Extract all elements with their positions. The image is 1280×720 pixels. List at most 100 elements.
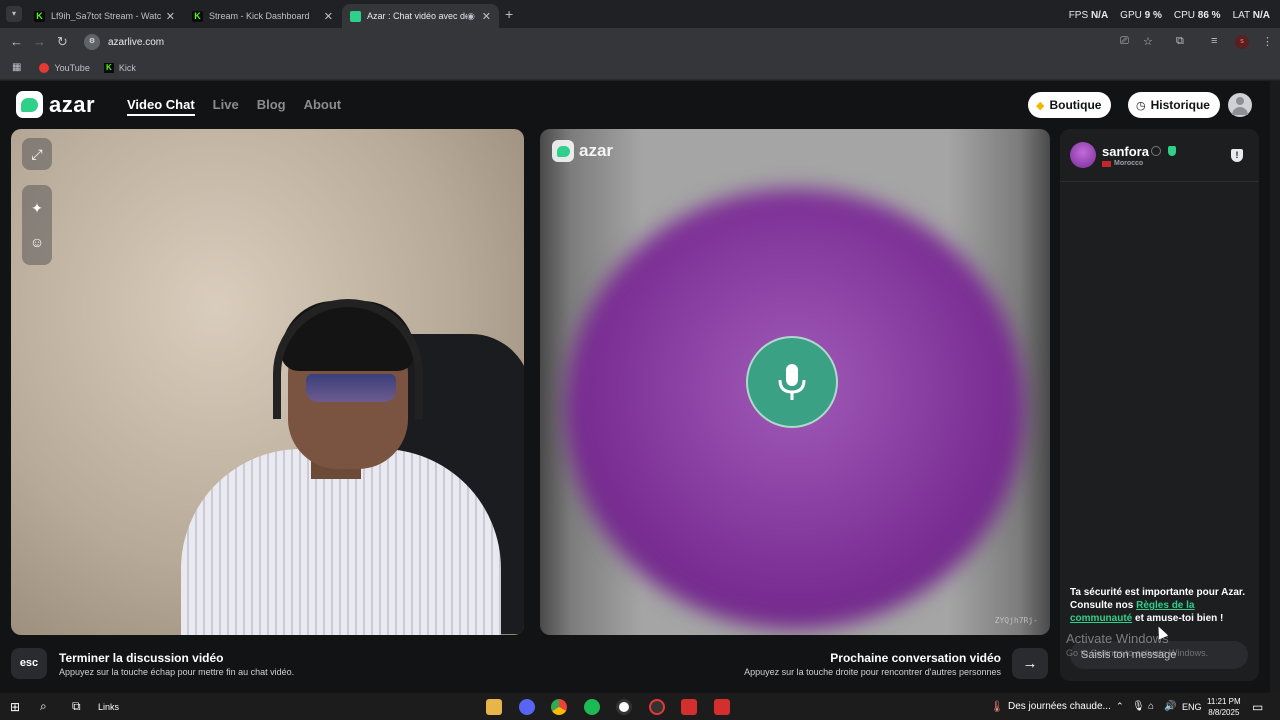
menu-kebab-icon[interactable]: ⋮ — [1262, 35, 1273, 48]
apps-grid-icon[interactable]: ▦ — [12, 62, 21, 73]
task-view-icon[interactable]: ⧉ — [72, 698, 81, 715]
chat-panel: sanfora Morocco ! Ta sécurité est import… — [1060, 129, 1259, 681]
new-tab-button[interactable]: + — [505, 6, 513, 22]
chrome-icon[interactable] — [551, 699, 567, 715]
microphone-tray-icon[interactable]: 🎙 — [1132, 698, 1145, 715]
activate-windows-subtitle: Go to Settings to activate Windows. — [1066, 648, 1209, 658]
face-sticker-icon[interactable]: ☺ — [30, 234, 44, 250]
peer-name[interactable]: sanfora — [1102, 144, 1149, 159]
search-icon[interactable]: ⌕ — [40, 698, 47, 715]
azar-page: azar Video Chat Live Blog About ◆ Boutiq… — [0, 81, 1280, 693]
reload-icon[interactable]: ↻ — [57, 34, 68, 50]
extensions-icon[interactable]: ⧉ — [1176, 35, 1184, 48]
verified-shield-icon — [1168, 146, 1176, 156]
cast-icon[interactable]: ⎚ — [1120, 35, 1129, 48]
tab-search-icon[interactable]: ▾ — [6, 6, 22, 22]
safety-notice: Ta sécurité est importante pour Azar. Co… — [1070, 586, 1250, 625]
country-name: Morocco — [1114, 160, 1144, 167]
taskbar-news[interactable]: Des journées chaude... — [1008, 698, 1111, 715]
user-avatar-button[interactable] — [1228, 93, 1252, 117]
page-scrollbar[interactable] — [1270, 81, 1280, 693]
clock[interactable]: 11:21 PM 8/8/2025 — [1207, 696, 1241, 718]
expand-video-button[interactable]: ⤢ — [22, 138, 52, 170]
fps-value: N/A — [1090, 10, 1109, 21]
gpu-value: 9 % — [1144, 10, 1162, 21]
media-control-icon[interactable]: ≡ — [1211, 35, 1217, 47]
azar-logo-icon — [16, 91, 43, 118]
nav-about[interactable]: About — [304, 97, 342, 116]
taskbar-links[interactable]: Links — [98, 698, 119, 715]
main-nav: Video Chat Live Blog About — [127, 97, 341, 116]
lat-label: LAT — [1232, 10, 1250, 21]
clock-icon: ◷ — [1136, 99, 1146, 112]
youtube-icon — [39, 62, 50, 73]
end-chat-title: Terminer la discussion vidéo — [59, 651, 224, 665]
kick-icon: K — [192, 10, 203, 22]
weather-thermometer-icon[interactable]: 🌡 — [990, 698, 1004, 715]
app-red-icon[interactable] — [681, 699, 697, 715]
peer-avatar[interactable] — [1070, 142, 1096, 168]
azar-logo[interactable]: azar — [16, 91, 95, 118]
network-icon[interactable]: ⌂ — [1148, 698, 1154, 715]
tab-title: Azar : Chat vidéo avec de n — [367, 11, 467, 21]
tab-title: Lf9ih_Sa7tot Stream - Watch Li — [51, 11, 161, 21]
boutique-label: Boutique — [1049, 98, 1102, 112]
notifications-icon[interactable]: ▭ — [1252, 698, 1263, 715]
microphone-icon — [778, 364, 806, 400]
morocco-flag-icon — [1102, 160, 1111, 167]
bookmarks-bar: ▦ YouTube K Kick — [0, 56, 1280, 80]
tray-chevron-icon[interactable]: ⌃ — [1116, 698, 1124, 715]
bookmark-star-icon[interactable]: ☆ — [1143, 35, 1153, 48]
address-bar[interactable]: ⚙ azarlive.com — [80, 32, 1160, 52]
profile-avatar[interactable]: s — [1235, 35, 1249, 49]
esc-key-badge[interactable]: esc — [11, 648, 47, 679]
forward-arrow-icon[interactable]: → — [33, 34, 46, 49]
end-chat-hint: Appuyez sur la touche échap pour mettre … — [59, 667, 295, 677]
kick-icon: K — [34, 10, 45, 22]
nav-video-chat[interactable]: Video Chat — [127, 97, 195, 116]
azar-watermark: azar — [552, 140, 613, 162]
tab-close-icon[interactable]: ✕ — [166, 10, 175, 23]
peer-country: Morocco — [1102, 160, 1143, 167]
next-chat-title: Prochaine conversation vidéo — [830, 651, 1001, 665]
bookmark-label: YouTube — [54, 62, 90, 73]
app-red-icon[interactable] — [714, 699, 730, 715]
obs-icon[interactable] — [616, 699, 632, 715]
tab-title: Stream - Kick Dashboard — [209, 11, 310, 21]
language-indicator[interactable]: ENG — [1182, 698, 1202, 715]
file-explorer-icon[interactable] — [486, 699, 502, 715]
historique-label: Historique — [1150, 98, 1210, 112]
browser-toolbar: ← → ↻ ⚙ azarlive.com ⎚ ☆ ⧉ ≡ s ⋮ — [0, 28, 1280, 56]
tab-close-icon[interactable]: ✕ — [324, 10, 333, 23]
back-arrow-icon[interactable]: ← — [10, 34, 23, 49]
browser-tab-kick-stream[interactable]: K Lf9ih_Sa7tot Stream - Watch Li ✕ — [26, 4, 183, 28]
bookmark-youtube[interactable]: YouTube — [39, 62, 90, 73]
gpu-label: GPU — [1120, 10, 1142, 21]
discord-icon[interactable] — [519, 699, 535, 715]
clock-date: 8/8/2025 — [1208, 708, 1240, 717]
nav-live[interactable]: Live — [213, 97, 239, 116]
sparkle-effects-icon[interactable]: ✦ — [31, 200, 43, 217]
video-effects-controls: ✦ ☺ — [22, 185, 52, 265]
nav-blog[interactable]: Blog — [257, 97, 286, 116]
spotify-icon[interactable] — [584, 699, 600, 715]
browser-tab-azar[interactable]: Azar : Chat vidéo avec de n ◉ ✕ — [342, 4, 499, 28]
clock-icon[interactable] — [649, 699, 665, 715]
session-id: ZYQjh7Rj- — [994, 616, 1038, 625]
remote-video-feed: azar ZYQjh7Rj- — [540, 129, 1050, 635]
historique-button[interactable]: ◷ Historique — [1128, 92, 1220, 118]
expand-icon: ⤢ — [31, 145, 43, 162]
site-info-icon[interactable]: ⚙ — [84, 34, 100, 50]
bookmark-kick[interactable]: K Kick — [103, 62, 136, 73]
tab-close-icon[interactable]: ✕ — [482, 10, 491, 23]
sunglasses — [306, 374, 396, 402]
volume-icon[interactable]: 🔊 — [1164, 698, 1176, 715]
boutique-button[interactable]: ◆ Boutique — [1028, 92, 1112, 118]
browser-tab-strip: ▾ K Lf9ih_Sa7tot Stream - Watch Li ✕ K S… — [0, 0, 1280, 28]
windows-start-icon[interactable]: ⊞ — [10, 698, 20, 715]
url-text[interactable]: azarlive.com — [108, 37, 164, 48]
report-shield-icon[interactable]: ! — [1231, 149, 1243, 162]
browser-tab-kick-dashboard[interactable]: K Stream - Kick Dashboard ✕ — [184, 4, 341, 28]
next-chat-button[interactable]: → — [1012, 648, 1048, 679]
azar-logo-icon — [552, 140, 574, 162]
